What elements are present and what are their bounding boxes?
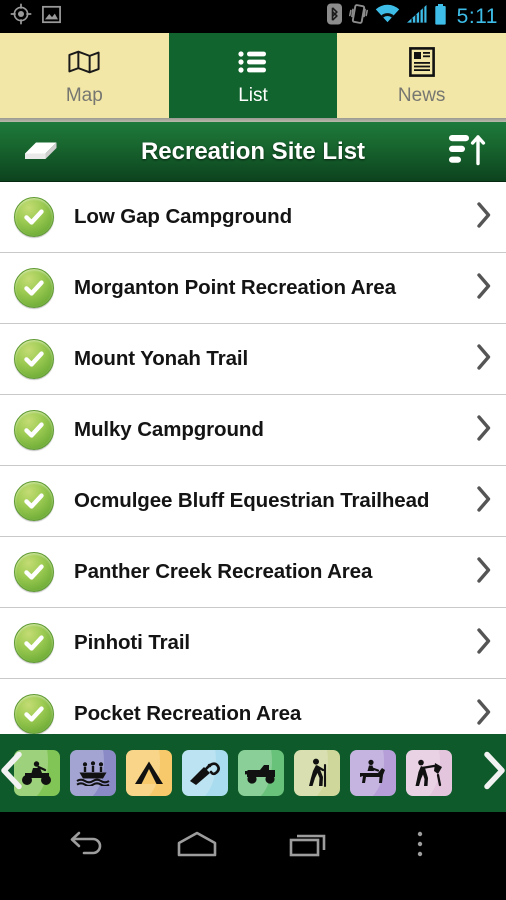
chevron-left-icon[interactable]	[0, 751, 24, 796]
green-check-icon	[14, 552, 54, 592]
vibrate-icon	[348, 3, 369, 30]
list-item[interactable]: Ocmulgee Bluff Equestrian Trailhead	[0, 466, 506, 537]
android-navigation-bar	[0, 812, 506, 876]
activity-filter-bar[interactable]	[0, 734, 506, 812]
recreation-site-list[interactable]: Low Gap Campground Morganton Point Recre…	[0, 182, 506, 734]
tab-map[interactable]: Map	[0, 33, 169, 118]
overflow-menu-icon[interactable]	[385, 822, 455, 866]
tab-news[interactable]: News	[337, 33, 506, 118]
tab-list-label: List	[238, 84, 268, 106]
fishing-icon[interactable]	[182, 750, 228, 796]
battery-icon	[434, 3, 447, 30]
boating-icon[interactable]	[70, 750, 116, 796]
list-item-label: Pocket Recreation Area	[74, 702, 302, 725]
bluetooth-icon	[326, 3, 343, 30]
eraser-clear-icon[interactable]	[22, 133, 60, 170]
wifi-icon	[375, 4, 400, 29]
list-item[interactable]: Panther Creek Recreation Area	[0, 537, 506, 608]
chevron-right-icon[interactable]	[482, 751, 506, 796]
clock: 5:11	[456, 4, 498, 28]
status-bar-left-icons	[10, 3, 62, 30]
gps-location-icon	[10, 3, 32, 30]
list-icon	[238, 45, 268, 79]
map-icon	[68, 45, 100, 79]
green-check-icon	[14, 339, 54, 379]
list-item[interactable]: Low Gap Campground	[0, 182, 506, 253]
chevron-right-icon[interactable]	[476, 272, 492, 304]
list-item[interactable]: Pinhoti Trail	[0, 608, 506, 679]
cellular-signal-icon	[406, 4, 428, 29]
tab-news-label: News	[397, 84, 446, 106]
list-item-label: Panther Creek Recreation Area	[74, 560, 373, 583]
news-icon	[408, 45, 435, 79]
gallery-image-icon	[41, 4, 62, 30]
app-root: 5:11 Map List News Recreation Site List …	[0, 0, 506, 900]
status-bar: 5:11	[0, 0, 506, 33]
list-item-label: Ocmulgee Bluff Equestrian Trailhead	[74, 489, 430, 512]
off-highway-vehicle-icon[interactable]	[238, 750, 284, 796]
list-item[interactable]: Morganton Point Recreation Area	[0, 253, 506, 324]
action-bar: Recreation Site List	[0, 122, 506, 182]
green-check-icon	[14, 623, 54, 663]
page-title: Recreation Site List	[140, 137, 366, 165]
list-item-label: Low Gap Campground	[74, 205, 292, 228]
list-item[interactable]: Mulky Campground	[0, 395, 506, 466]
horseback-riding-icon[interactable]	[350, 750, 396, 796]
chevron-right-icon[interactable]	[476, 627, 492, 659]
green-check-icon	[14, 481, 54, 521]
chevron-right-icon[interactable]	[476, 201, 492, 233]
hunting-icon[interactable]	[406, 750, 452, 796]
recents-button[interactable]	[274, 822, 344, 866]
back-button[interactable]	[51, 822, 121, 866]
status-bar-right-icons: 5:11	[326, 3, 498, 30]
chevron-right-icon[interactable]	[476, 343, 492, 375]
list-item-label: Mount Yonah Trail	[74, 347, 249, 370]
chevron-right-icon[interactable]	[476, 414, 492, 446]
chevron-right-icon[interactable]	[476, 556, 492, 588]
sort-ascending-icon[interactable]	[448, 132, 486, 171]
activity-filter-scroll[interactable]	[4, 750, 452, 796]
green-check-icon	[14, 694, 54, 734]
list-item[interactable]: Mount Yonah Trail	[0, 324, 506, 395]
tab-list[interactable]: List	[168, 33, 338, 118]
home-button[interactable]	[162, 822, 232, 866]
chevron-right-icon[interactable]	[476, 485, 492, 517]
chevron-right-icon[interactable]	[476, 698, 492, 730]
list-item-label: Mulky Campground	[74, 418, 264, 441]
tab-map-label: Map	[65, 84, 103, 106]
list-item-label: Pinhoti Trail	[74, 631, 191, 654]
green-check-icon	[14, 197, 54, 237]
list-item-label: Morganton Point Recreation Area	[74, 276, 396, 299]
list-item[interactable]: Pocket Recreation Area	[0, 679, 506, 734]
green-check-icon	[14, 410, 54, 450]
hiking-icon[interactable]	[294, 750, 340, 796]
tab-bar: Map List News	[0, 33, 506, 118]
green-check-icon	[14, 268, 54, 308]
camping-tent-icon[interactable]	[126, 750, 172, 796]
